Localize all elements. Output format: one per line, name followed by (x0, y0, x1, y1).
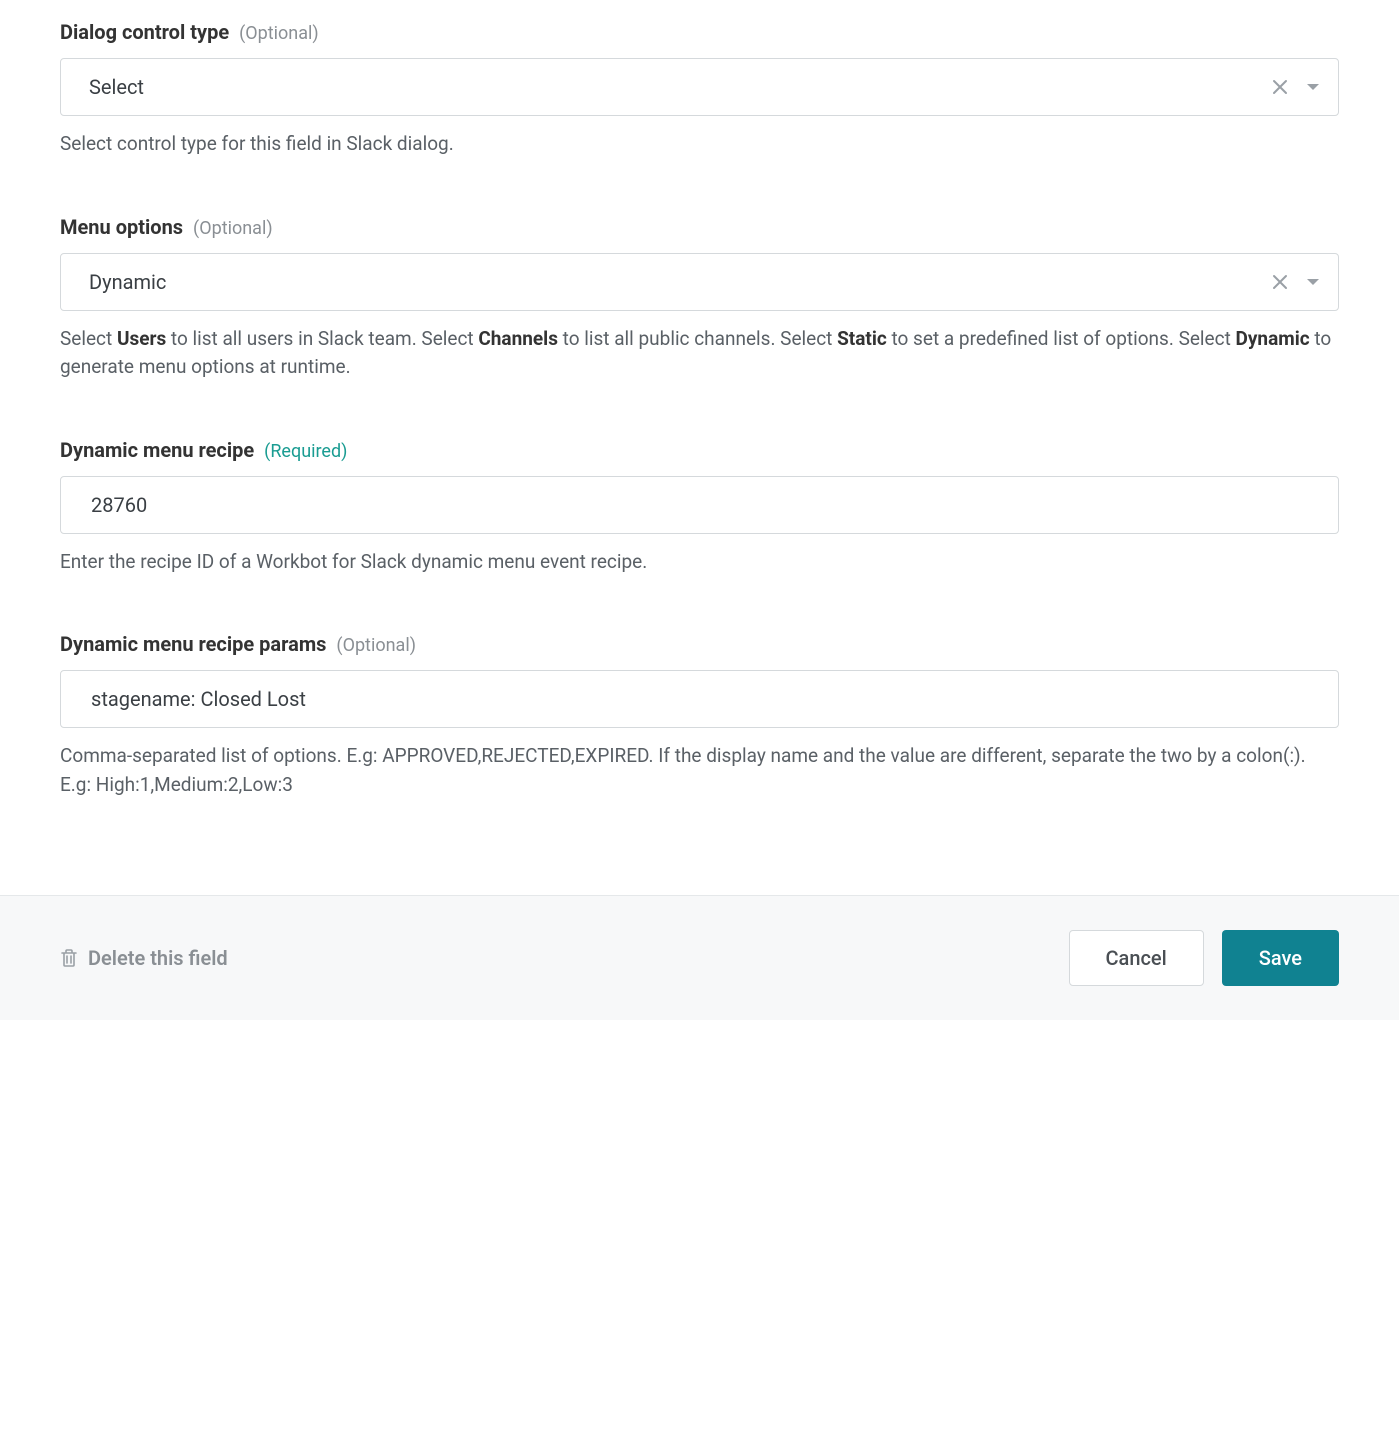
save-button[interactable]: Save (1222, 930, 1339, 986)
chevron-down-icon[interactable] (1306, 275, 1320, 289)
footer: Delete this field Cancel Save (0, 895, 1399, 1020)
field-dynamic-menu-recipe-params: Dynamic menu recipe params (Optional) Co… (60, 632, 1339, 799)
dynamic-menu-recipe-input[interactable] (89, 492, 1310, 518)
dynamic-menu-recipe-input-wrapper (60, 476, 1339, 534)
clear-icon[interactable] (1272, 274, 1288, 290)
field-label: Menu options (60, 215, 183, 239)
field-menu-options: Menu options (Optional) Dynamic Select U… (60, 215, 1339, 382)
field-dynamic-menu-recipe: Dynamic menu recipe (Required) Enter the… (60, 438, 1339, 577)
optional-annotation: (Optional) (239, 23, 319, 44)
delete-field-button[interactable]: Delete this field (60, 946, 228, 970)
cancel-button[interactable]: Cancel (1069, 930, 1204, 986)
field-hint: Select Users to list all users in Slack … (60, 325, 1339, 382)
dynamic-menu-recipe-params-input-wrapper (60, 670, 1339, 728)
field-label: Dynamic menu recipe (60, 438, 254, 462)
field-hint: Comma-separated list of options. E.g: AP… (60, 742, 1339, 799)
optional-annotation: (Optional) (193, 218, 273, 239)
dynamic-menu-recipe-params-input[interactable] (89, 686, 1310, 712)
field-label: Dialog control type (60, 20, 229, 44)
clear-icon[interactable] (1272, 79, 1288, 95)
trash-icon (60, 948, 78, 968)
field-label: Dynamic menu recipe params (60, 632, 326, 656)
required-annotation: (Required) (264, 441, 347, 462)
field-hint: Select control type for this field in Sl… (60, 130, 1339, 159)
select-value: Select (89, 75, 1248, 99)
select-value: Dynamic (89, 270, 1248, 294)
dialog-control-type-select[interactable]: Select (60, 58, 1339, 116)
menu-options-select[interactable]: Dynamic (60, 253, 1339, 311)
field-hint: Enter the recipe ID of a Workbot for Sla… (60, 548, 1339, 577)
field-dialog-control-type: Dialog control type (Optional) Select Se… (60, 20, 1339, 159)
delete-field-label: Delete this field (88, 946, 228, 970)
chevron-down-icon[interactable] (1306, 80, 1320, 94)
optional-annotation: (Optional) (336, 635, 416, 656)
